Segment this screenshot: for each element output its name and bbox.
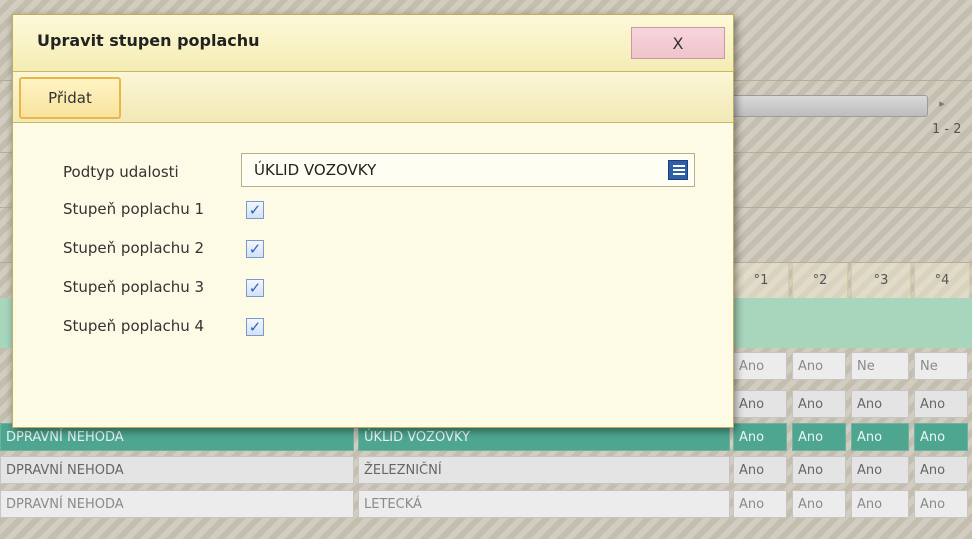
alarm-cell: Ano: [914, 456, 968, 484]
subtype-value: ÚKLID VOZOVKY: [254, 161, 377, 179]
scroll-right-arrow-icon[interactable]: ▸: [930, 93, 954, 115]
subtype-label: Podtyp udalosti: [63, 163, 179, 181]
alarm-cell: Ano: [792, 390, 846, 418]
bg-col-header-2[interactable]: °2: [792, 263, 848, 298]
bg-col-header-1[interactable]: °1: [733, 263, 789, 298]
alarm-cell: Ano: [851, 456, 909, 484]
alarm-level-4-checkbox[interactable]: ✓: [246, 318, 264, 336]
alarm-cell: Ano: [914, 490, 968, 518]
alarm-cell: Ano: [914, 423, 968, 451]
alarm-cell: Ne: [851, 352, 909, 380]
alarm-cell: Ano: [733, 456, 787, 484]
alarm-cell: Ano: [792, 352, 846, 380]
bg-col-header-4[interactable]: °4: [914, 263, 970, 298]
bg-horizontal-scrollbar[interactable]: [700, 95, 928, 117]
alarm-cell: Ano: [914, 390, 968, 418]
alarm-cell: Ano: [851, 490, 909, 518]
dialog-toolbar: Přidat: [13, 72, 733, 123]
alarm-cell: Ano: [792, 490, 846, 518]
table-row[interactable]: DPRAVNÍ NEHODA ŽELEZNIČNÍ Ano Ano Ano An…: [0, 454, 972, 487]
alarm-cell: Ano: [792, 423, 846, 451]
alarm-cell: Ano: [733, 390, 787, 418]
alarm-cell: Ano: [792, 456, 846, 484]
event-type-cell: DPRAVNÍ NEHODA: [0, 456, 354, 484]
alarm-level-1-checkbox[interactable]: ✓: [246, 201, 264, 219]
alarm-level-2-label: Stupeň poplachu 2: [63, 239, 205, 257]
alarm-cell: Ne: [914, 352, 968, 380]
event-type-cell: DPRAVNÍ NEHODA: [0, 490, 354, 518]
checkmark-icon: ✓: [248, 240, 262, 258]
edit-alarm-level-dialog: Upravit stupen poplachu X Přidat Podtyp …: [12, 14, 734, 428]
alarm-cell: Ano: [733, 352, 787, 380]
table-row[interactable]: DPRAVNÍ NEHODA LETECKÁ Ano Ano Ano Ano: [0, 488, 972, 521]
dialog-body: Podtyp udalosti ÚKLID VOZOVKY Stupeň pop…: [13, 123, 733, 427]
bg-paging-label: 1 - 2: [932, 122, 962, 137]
alarm-level-2-checkbox[interactable]: ✓: [246, 240, 264, 258]
add-button[interactable]: Přidat: [19, 77, 121, 119]
dialog-title: Upravit stupen poplachu: [37, 31, 260, 50]
alarm-cell: Ano: [733, 423, 787, 451]
dialog-header: Upravit stupen poplachu X: [13, 15, 733, 72]
alarm-cell: Ano: [851, 423, 909, 451]
alarm-level-4-label: Stupeň poplachu 4: [63, 317, 205, 335]
checkmark-icon: ✓: [248, 279, 262, 297]
alarm-level-3-checkbox[interactable]: ✓: [246, 279, 264, 297]
bg-col-header-3[interactable]: °3: [851, 263, 911, 298]
checkmark-icon: ✓: [248, 201, 262, 219]
subtype-field[interactable]: ÚKLID VOZOVKY: [241, 153, 695, 187]
checkmark-icon: ✓: [248, 318, 262, 336]
list-icon[interactable]: [668, 160, 688, 180]
event-subtype-cell: ŽELEZNIČNÍ: [358, 456, 730, 484]
alarm-level-1-label: Stupeň poplachu 1: [63, 200, 205, 218]
close-button[interactable]: X: [631, 27, 725, 59]
alarm-cell: Ano: [733, 490, 787, 518]
alarm-level-3-label: Stupeň poplachu 3: [63, 278, 205, 296]
event-subtype-cell: LETECKÁ: [358, 490, 730, 518]
alarm-cell: Ano: [851, 390, 909, 418]
